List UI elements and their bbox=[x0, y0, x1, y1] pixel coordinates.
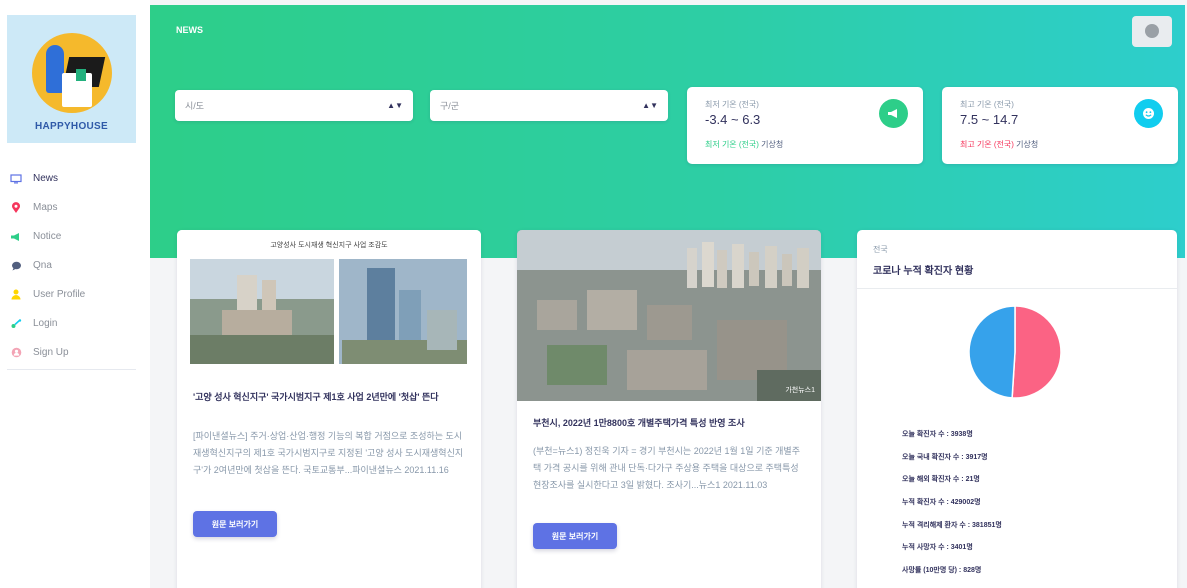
news-card: 가천뉴스1 부천시, 2022년 1만8800호 개별주택가격 특성 반영 조사… bbox=[517, 230, 821, 588]
news-image: 고양성사 도시재생 혁신지구 사업 조감도 bbox=[177, 230, 481, 375]
sidebar-item-label: Qna bbox=[33, 260, 52, 271]
covid-stat-item: 오늘 확진자 수 : 3938명 bbox=[902, 431, 973, 438]
monitor-icon bbox=[10, 173, 22, 185]
megaphone-icon bbox=[10, 231, 22, 243]
max-temp-footer-label: 최고 기온 (전국) bbox=[960, 140, 1014, 149]
key-icon bbox=[10, 318, 22, 330]
read-original-button[interactable]: 원문 보러가기 bbox=[533, 523, 617, 549]
covid-stat-item: 누적 사망자 수 : 3401명 bbox=[902, 544, 973, 552]
covid-card: 전국 코로나 누적 확진자 현황 오늘 확진자 수 : 3938명 오늘 국내 … bbox=[857, 230, 1177, 588]
covid-stat-item: 사망률 (10만명 당) : 828명 bbox=[902, 567, 982, 575]
covid-stat-item: 누적 확진자 수 : 429002명 bbox=[902, 499, 981, 507]
news-title[interactable]: '고양 성사 혁신지구' 국가시범지구 제1호 사업 2년만에 '첫삽' 뜬다 bbox=[193, 390, 467, 404]
sidebar-item-login[interactable]: Login bbox=[0, 309, 136, 338]
min-temp-value: -3.4 ~ 6.3 bbox=[705, 112, 761, 127]
smile-icon bbox=[1134, 99, 1163, 128]
sidebar-item-sign-up[interactable]: Sign Up bbox=[0, 338, 136, 367]
news-card: 고양성사 도시재생 혁신지구 사업 조감도 '고양 성사 혁신지구' 국가시범지… bbox=[177, 230, 481, 588]
sidebar-item-label: Maps bbox=[33, 202, 58, 213]
weather-source: 기상청 bbox=[761, 140, 784, 149]
user-avatar[interactable] bbox=[1132, 16, 1172, 47]
district-select-value: 구/군 bbox=[440, 101, 460, 111]
max-temp-value: 7.5 ~ 14.7 bbox=[960, 112, 1019, 127]
covid-stats-list: 오늘 확진자 수 : 3938명 오늘 국내 확진자 수 : 3917명 오늘 … bbox=[902, 429, 1002, 588]
pie-slice[interactable] bbox=[1011, 305, 1062, 399]
weather-source: 기상청 bbox=[1016, 140, 1039, 149]
sidebar: HAPPYHOUSE News Maps Notice Qna User Pro… bbox=[0, 0, 150, 588]
sidebar-item-label: Login bbox=[33, 318, 58, 329]
min-temp-label: 최저 기온 (전국) bbox=[705, 100, 759, 109]
logo-text: HAPPYHOUSE bbox=[34, 121, 108, 132]
sidebar-item-notice[interactable]: Notice bbox=[0, 222, 136, 251]
user-icon bbox=[10, 289, 22, 301]
news-image: 가천뉴스1 bbox=[517, 230, 821, 401]
covid-stat-item: 오늘 국내 확진자 수 : 3917명 bbox=[902, 453, 988, 461]
city-select-value: 시/도 bbox=[185, 101, 205, 111]
sidebar-nav: News Maps Notice Qna User Profile Login … bbox=[0, 164, 136, 367]
covid-title: 코로나 누적 확진자 현황 bbox=[873, 266, 974, 277]
map-pin-icon bbox=[10, 201, 22, 214]
max-temp-label: 최고 기온 (전국) bbox=[960, 100, 1014, 109]
megaphone-icon bbox=[879, 99, 908, 128]
district-select[interactable]: 구/군 ▲▼ bbox=[430, 90, 668, 121]
sidebar-item-user-profile[interactable]: User Profile bbox=[0, 280, 136, 309]
min-temp-footer-label: 최저 기온 (전국) bbox=[705, 140, 759, 149]
select-arrows-icon: ▲▼ bbox=[642, 101, 658, 110]
sidebar-item-maps[interactable]: Maps bbox=[0, 193, 136, 222]
sidebar-item-qna[interactable]: Qna bbox=[0, 251, 136, 280]
sidebar-item-label: Notice bbox=[33, 231, 62, 242]
pie-slice[interactable] bbox=[968, 305, 1016, 399]
chat-bubble-icon bbox=[10, 260, 22, 272]
user-add-icon bbox=[10, 347, 22, 359]
header-banner: NEWS 시/도 ▲▼ 구/군 ▲▼ 최저 기온 (전국) -3.4 ~ 6.3… bbox=[150, 5, 1185, 258]
sidebar-item-label: User Profile bbox=[33, 289, 86, 300]
happyhouse-logo[interactable]: HAPPYHOUSE bbox=[7, 15, 136, 143]
city-select[interactable]: 시/도 ▲▼ bbox=[175, 90, 413, 121]
covid-divider bbox=[857, 288, 1177, 289]
min-temp-card: 최저 기온 (전국) -3.4 ~ 6.3 최저 기온 (전국) 기상청 bbox=[687, 87, 923, 164]
max-temp-card: 최고 기온 (전국) 7.5 ~ 14.7 최고 기온 (전국) 기상청 bbox=[942, 87, 1178, 164]
covid-stat-item: 오늘 해외 확진자 수 : 21명 bbox=[902, 476, 980, 484]
covid-stat-item: 누적 격리해제 환자 수 : 381851명 bbox=[902, 521, 1002, 529]
max-temp-footer: 최고 기온 (전국) 기상청 bbox=[960, 139, 1038, 150]
sidebar-divider bbox=[7, 369, 136, 370]
sidebar-item-label: News bbox=[33, 173, 59, 184]
select-arrows-icon: ▲▼ bbox=[387, 101, 403, 110]
read-original-button[interactable]: 원문 보러가기 bbox=[193, 511, 277, 537]
sidebar-item-label: Sign Up bbox=[33, 347, 69, 358]
page-title: NEWS bbox=[176, 25, 203, 35]
news-body: (부천=뉴스1) 정진욱 기자 = 경기 부천시는 2022년 1월 1일 기준… bbox=[533, 446, 800, 490]
covid-subtitle: 전국 bbox=[873, 245, 888, 254]
min-temp-footer: 최저 기온 (전국) 기상청 bbox=[705, 139, 783, 150]
sidebar-item-news[interactable]: News bbox=[0, 164, 136, 193]
news-title[interactable]: 부천시, 2022년 1만8800호 개별주택가격 특성 반영 조사 bbox=[533, 416, 807, 430]
news-image-watermark: 가천뉴스1 bbox=[785, 387, 815, 394]
logo-house-icon bbox=[32, 33, 112, 113]
news-body: [파이낸셜뉴스] 주거·상업·산업·행정 기능의 복합 거점으로 조성하는 도시… bbox=[193, 431, 464, 475]
covid-pie-chart bbox=[968, 305, 1062, 399]
